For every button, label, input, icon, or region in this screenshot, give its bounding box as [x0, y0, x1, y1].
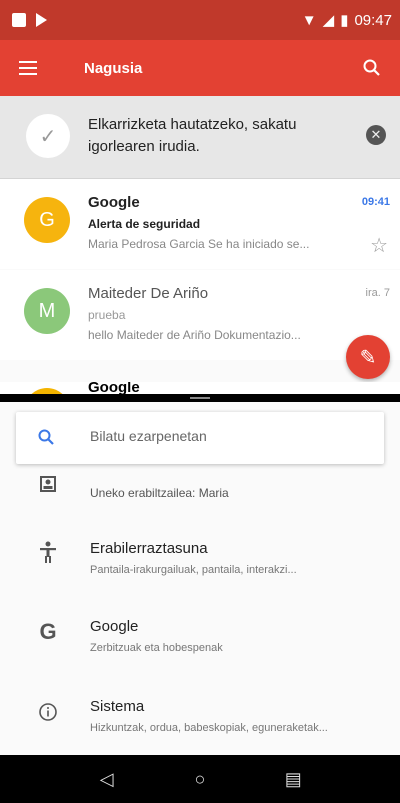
wifi-icon: ▼ [301, 11, 317, 29]
mail-snippet: Maria Pedrosa Garcia Se ha iniciado se..… [88, 237, 310, 251]
mail-time: 09:41 [361, 196, 390, 208]
info-icon [36, 700, 60, 724]
sender-avatar[interactable]: M [24, 288, 70, 334]
settings-pane: Bilatu ezarpenetan Uneko erabiltzailea: … [0, 402, 400, 755]
split-screen-divider[interactable] [0, 394, 400, 402]
settings-item-subtitle: Uneko erabiltzailea: Maria [90, 486, 229, 500]
mail-subject: Alerta de seguridad [88, 217, 201, 231]
search-icon[interactable] [352, 40, 392, 96]
search-icon [38, 429, 54, 450]
mail-row[interactable]: Google [0, 382, 400, 394]
settings-item-title: Google [90, 618, 139, 635]
divider-handle[interactable] [190, 397, 210, 399]
status-bar: ▼ ◢ ▮ 09:47 [0, 0, 400, 40]
app-bar: Nagusia [0, 40, 400, 96]
settings-item-title: Sistema [90, 698, 145, 715]
settings-item-accessibility[interactable]: Erabilerraztasuna Pantaila-irakurgailuak… [0, 520, 400, 596]
compose-button[interactable]: ✎ [346, 335, 390, 379]
search-placeholder: Bilatu ezarpenetan [90, 428, 207, 444]
check-icon: ✓ [26, 114, 70, 158]
menu-icon[interactable] [0, 40, 56, 96]
user-icon [36, 472, 60, 496]
mail-row[interactable]: M Maiteder De Ariño ira. 7 prueba hello … [0, 270, 400, 360]
gallery-notification-icon [12, 13, 26, 27]
mail-sender: Google [88, 194, 140, 211]
settings-item-title: Erabilerraztasuna [90, 540, 208, 557]
recents-icon[interactable]: ▤ [273, 769, 313, 790]
hint-text: Elkarrizketa hautatzeko, sakatu igorlear… [88, 116, 297, 155]
mail-subject: prueba [88, 308, 126, 322]
accessibility-icon [36, 540, 60, 564]
hint-banner: ✓ Elkarrizketa hautatzeko, sakatu igorle… [0, 96, 400, 179]
settings-item-google[interactable]: G Google Zerbitzuak eta hobespenak [0, 600, 400, 676]
back-icon[interactable]: ◁ [87, 769, 127, 790]
mailbox-title: Nagusia [84, 59, 143, 77]
play-store-notification-icon [36, 13, 47, 27]
close-icon[interactable]: ✕ [366, 125, 386, 145]
mail-snippet: hello Maiteder de Ariño Dokumentazio... [88, 328, 301, 342]
home-icon[interactable]: ○ [180, 769, 220, 790]
settings-item-subtitle: Pantaila-irakurgailuak, pantaila, intera… [90, 564, 297, 576]
signal-icon: ◢ [322, 12, 335, 29]
settings-search-bar[interactable]: Bilatu ezarpenetan [16, 412, 384, 464]
status-time: 09:47 [354, 11, 392, 29]
mail-sender: Maiteder De Ariño [88, 285, 209, 302]
settings-item-system[interactable]: Sistema Hizkuntzak, ordua, babeskopiak, … [0, 678, 400, 754]
settings-item-subtitle: Zerbitzuak eta hobespenak [90, 642, 223, 654]
mail-sender: Google [88, 382, 140, 394]
star-icon[interactable]: ☆ [370, 233, 388, 258]
mail-time: ira. 7 [365, 287, 390, 299]
google-icon: G [39, 619, 57, 644]
settings-item-subtitle: Hizkuntzak, ordua, babeskopiak, egunerak… [90, 722, 328, 734]
navigation-bar: ◁ ○ ▤ [0, 755, 400, 803]
sender-avatar[interactable]: G [24, 197, 70, 243]
mail-row[interactable]: G Google 09:41 Alerta de seguridad Maria… [0, 179, 400, 269]
battery-icon: ▮ [340, 12, 349, 29]
